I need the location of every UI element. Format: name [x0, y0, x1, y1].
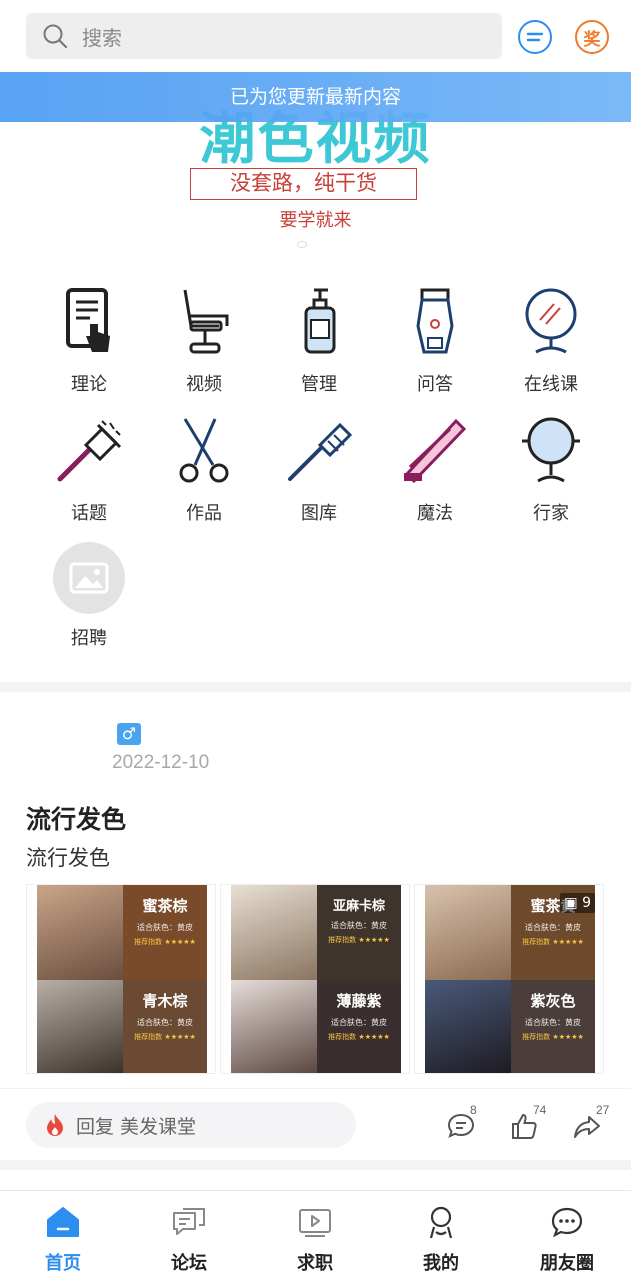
nav-home[interactable]: 首页: [13, 1205, 113, 1275]
menu-item-gallery[interactable]: 图库: [256, 415, 382, 525]
image-count-badge: ▣ 9: [560, 893, 595, 913]
hair-clipper-icon: [416, 288, 454, 354]
male-gender-icon: ♂: [117, 723, 141, 745]
menu-label: 视频: [186, 374, 222, 395]
post-thumbnail[interactable]: 蜜茶黄 适合肤色：黄皮 推荐指数 ★★★★★ 紫灰色 适合肤色：黄皮 推荐指数 …: [414, 884, 604, 1074]
post-date: 2022-12-10: [112, 752, 210, 773]
nav-label: 求职: [297, 1253, 333, 1274]
menu-label: 问答: [417, 374, 453, 395]
color-card: 青木棕 适合肤色：黄皮 推荐指数 ★★★★★: [123, 980, 207, 1073]
menu-item-video[interactable]: 视频: [141, 286, 267, 396]
hair-photo: [37, 885, 123, 980]
post-thumbnail[interactable]: 蜜茶棕 适合肤色：黄皮 推荐指数 ★★★★★ 青木棕 适合肤色：黄皮 推荐指数 …: [26, 884, 216, 1074]
forum-icon: [173, 1208, 205, 1235]
like-count: 74: [533, 1103, 547, 1117]
nav-label: 我的: [423, 1253, 459, 1274]
color-card: 亚麻卡棕 适合肤色：黄皮 推荐指数 ★★★★★: [317, 885, 401, 980]
comment-button[interactable]: 8: [446, 1103, 477, 1141]
post-actions: 回复 美发课堂 8 74 27: [0, 1088, 631, 1158]
comb-icon: [288, 422, 353, 481]
post-description: 流行发色: [26, 846, 110, 870]
menu-label: 管理: [301, 374, 337, 395]
menu-label: 图库: [301, 503, 337, 524]
menu-label: 作品: [186, 503, 222, 524]
menu-label: 魔法: [417, 503, 453, 524]
menu-item-recruit[interactable]: 招聘: [26, 542, 152, 650]
award-icon[interactable]: 奖: [575, 20, 609, 54]
dye-brush-icon: [57, 420, 122, 482]
menu-item-expert[interactable]: 行家: [488, 415, 614, 525]
section-divider: [0, 682, 631, 692]
nav-friends[interactable]: 朋友圈: [517, 1205, 617, 1275]
menu-item-online-course[interactable]: 在线课: [488, 286, 614, 396]
reply-button[interactable]: 回复 美发课堂: [26, 1102, 356, 1148]
tablet-hand-icon: [66, 288, 110, 352]
search-icon: [43, 24, 68, 49]
nav-mine[interactable]: 我的: [391, 1205, 491, 1275]
home-icon: [47, 1207, 79, 1237]
color-card: 紫灰色 适合肤色：黄皮 推荐指数 ★★★★★: [511, 980, 595, 1073]
menu-label: 理论: [71, 374, 107, 395]
mirror-icon: [525, 288, 577, 354]
chat-bubble-icon[interactable]: [518, 20, 552, 54]
nav-jobs[interactable]: 求职: [265, 1205, 365, 1275]
menu-item-manage[interactable]: 管理: [256, 286, 382, 396]
post-image-grid: 蜜茶棕 适合肤色：黄皮 推荐指数 ★★★★★ 青木棕 适合肤色：黄皮 推荐指数 …: [26, 884, 606, 1074]
scissors-icon: [179, 418, 229, 483]
video-icon: [299, 1209, 331, 1237]
banner-subtitle: 要学就来: [279, 210, 352, 231]
post-title[interactable]: 流行发色: [26, 800, 126, 836]
section-divider: [0, 1160, 631, 1170]
nav-label: 论坛: [171, 1253, 207, 1274]
hair-photo: [231, 980, 317, 1073]
color-card: 蜜茶棕 适合肤色：黄皮 推荐指数 ★★★★★: [123, 885, 207, 980]
search-placeholder: 搜索: [82, 25, 122, 50]
nav-label: 首页: [45, 1253, 81, 1274]
pump-bottle-icon: [304, 288, 336, 354]
menu-label: 招聘: [71, 628, 107, 649]
menu-item-topic[interactable]: 话题: [26, 415, 152, 525]
fire-icon: [47, 1114, 63, 1136]
top-bar: 搜索 奖: [0, 0, 631, 72]
update-notice: 已为您更新最新内容: [0, 72, 631, 122]
image-placeholder-icon: [53, 542, 125, 614]
hair-photo: [231, 885, 317, 980]
menu-item-theory[interactable]: 理论: [26, 286, 152, 396]
friends-chat-icon: [551, 1207, 583, 1238]
menu-label: 行家: [533, 503, 569, 524]
nav-label: 朋友圈: [540, 1253, 594, 1274]
hair-photo: [37, 980, 123, 1073]
post-thumbnail[interactable]: 亚麻卡棕 适合肤色：黄皮 推荐指数 ★★★★★ 薄藤紫 适合肤色：黄皮 推荐指数…: [220, 884, 410, 1074]
hair-photo: [425, 885, 511, 980]
barber-chair-icon: [183, 289, 229, 354]
share-button[interactable]: 27: [572, 1103, 609, 1141]
search-bar[interactable]: 搜索: [26, 13, 502, 59]
menu-label: 话题: [71, 503, 107, 524]
bottom-navigation: 首页 论坛 求职 我的 朋友圈: [0, 1190, 631, 1280]
color-card: 薄藤紫 适合肤色：黄皮 推荐指数 ★★★★★: [317, 980, 401, 1073]
like-button[interactable]: 74: [509, 1103, 546, 1141]
nav-forum[interactable]: 论坛: [139, 1205, 239, 1275]
banner-pagination-dot: [297, 241, 307, 248]
comment-count: 8: [470, 1103, 477, 1117]
round-mirror-icon: [522, 417, 580, 483]
menu-label: 在线课: [524, 374, 578, 395]
banner-slogan: 没套路，纯干货: [190, 168, 417, 200]
images-icon: ▣: [564, 895, 578, 911]
reply-label: 回复 美发课堂: [76, 1115, 197, 1138]
menu-item-works[interactable]: 作品: [141, 415, 267, 525]
hair-photo: [425, 980, 511, 1073]
share-count: 27: [596, 1103, 610, 1117]
user-icon: [429, 1206, 453, 1239]
menu-item-qa[interactable]: 问答: [372, 286, 498, 396]
flat-iron-icon: [403, 418, 467, 483]
menu-item-magic[interactable]: 魔法: [372, 415, 498, 525]
